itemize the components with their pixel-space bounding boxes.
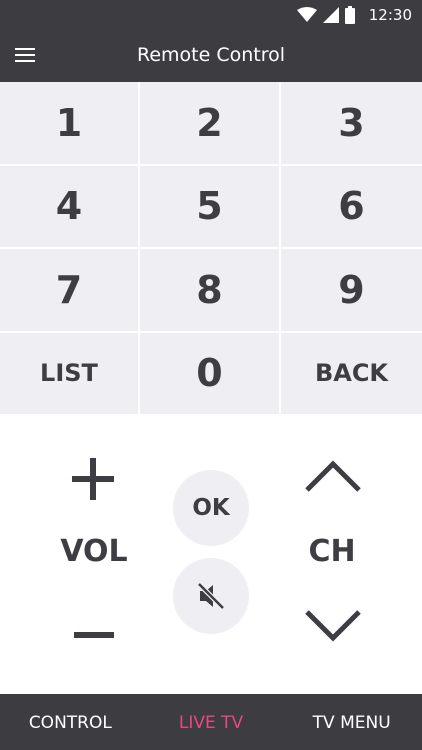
nav-tv-menu[interactable]: TV MENU	[281, 711, 422, 733]
volume-up-plus-icon[interactable]	[68, 454, 118, 504]
bottom-navigation: CONTROL LIVE TV TV MENU	[0, 694, 422, 750]
key-6[interactable]: 6	[281, 165, 422, 249]
volume-down-minus-icon[interactable]	[72, 620, 116, 650]
ok-button[interactable]: OK	[173, 470, 249, 546]
back-button[interactable]: BACK	[281, 332, 422, 416]
nav-live-tv[interactable]: LIVE TV	[141, 711, 282, 733]
key-9[interactable]: 9	[281, 249, 422, 333]
key-7[interactable]: 7	[0, 249, 140, 333]
cell-signal-icon	[322, 7, 339, 23]
key-3[interactable]: 3	[281, 82, 422, 166]
wifi-icon	[296, 7, 317, 22]
status-time: 12:30	[368, 6, 412, 24]
page-title: Remote Control	[136, 44, 286, 66]
channel-up-chevron-icon[interactable]	[303, 456, 363, 496]
app-bar: Remote Control	[0, 30, 422, 82]
key-0[interactable]: 0	[140, 332, 281, 416]
mute-button[interactable]	[173, 558, 249, 634]
number-keypad: 1 2 3 4 5 6 7 8 9 LIST 0 BACK	[0, 82, 422, 416]
key-8[interactable]: 8	[140, 249, 281, 333]
volume-label: VOL	[60, 534, 128, 569]
battery-icon	[344, 6, 355, 24]
nav-control[interactable]: CONTROL	[0, 711, 141, 733]
key-1[interactable]: 1	[0, 82, 140, 166]
channel-down-chevron-icon[interactable]	[303, 606, 363, 646]
key-5[interactable]: 5	[140, 165, 281, 249]
list-button[interactable]: LIST	[0, 332, 140, 416]
status-bar: 12:30	[0, 0, 422, 30]
key-2[interactable]: 2	[140, 82, 281, 166]
mute-speaker-icon	[197, 582, 225, 610]
channel-label: CH	[308, 534, 356, 569]
key-4[interactable]: 4	[0, 165, 140, 249]
remote-controls: VOL OK CH	[0, 416, 422, 694]
